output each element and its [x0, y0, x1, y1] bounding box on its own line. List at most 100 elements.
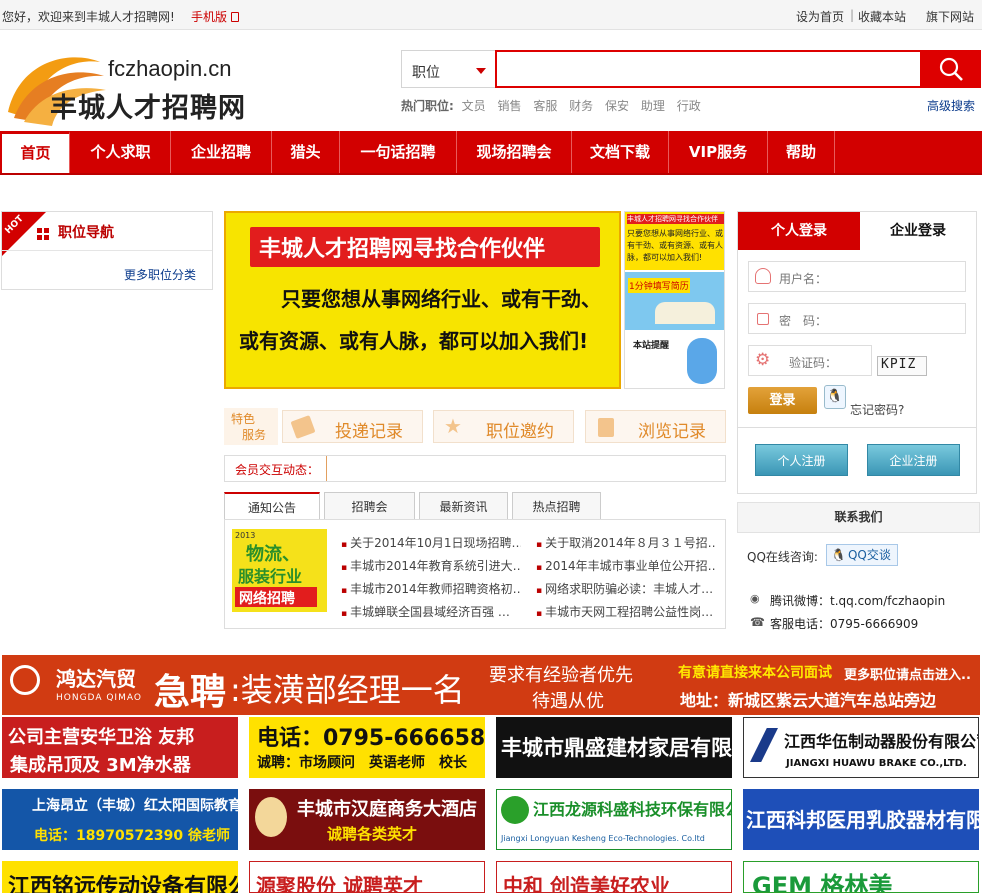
- search-icon: [939, 57, 963, 81]
- lock-icon: [757, 313, 769, 325]
- user-icon: [755, 268, 771, 284]
- qq-icon[interactable]: 🐧: [824, 385, 846, 409]
- top-bar: 您好，欢迎来到丰城人才招聘网! 手机版 设为首页 | 收藏本站 旗下网站: [0, 0, 982, 30]
- partner-banner[interactable]: 丰城人才招聘网寻找合作伙伴 只要您想从事网络行业、或有干劲、 或有资源、或有人脉…: [224, 211, 621, 389]
- hot-job-link[interactable]: 文员: [462, 99, 486, 113]
- search-button[interactable]: [920, 50, 981, 88]
- ad-angli[interactable]: 上海昂立（丰城）红太阳国际教育 电话：18970572390 徐老师: [2, 789, 238, 850]
- nav-job-seeker[interactable]: 个人求职: [71, 131, 171, 173]
- ad-education-phone[interactable]: 电话：0795-6666589 诚聘：市场顾问 英语老师 校长: [249, 717, 485, 778]
- tag-icon: [290, 415, 316, 439]
- news-item[interactable]: 关于取消2014年８月３１号招…: [536, 534, 716, 551]
- browse-record-button[interactable]: 浏览记录: [585, 410, 726, 443]
- side-banner-notice[interactable]: 本站提醒: [625, 332, 724, 388]
- nav-job-fair[interactable]: 现场招聘会: [457, 131, 572, 173]
- feature-services: 特色 服务 投递记录 ★ 职位邀约 浏览记录: [224, 408, 726, 445]
- tab-latest-news[interactable]: 最新资讯: [419, 492, 508, 520]
- longyuan-logo-icon: [501, 796, 529, 824]
- company-register-button[interactable]: 企业注册: [867, 444, 960, 476]
- logo-domain: fczhaopin.cn: [108, 56, 232, 81]
- hot-job-link[interactable]: 客服: [533, 99, 557, 113]
- mobile-link[interactable]: 手机版: [191, 8, 239, 25]
- main-nav: 首页 个人求职 企业招聘 猎头 一句话招聘 现场招聘会 文档下载 VIP服务 帮…: [0, 131, 982, 175]
- logo-name: 丰城人才招聘网: [50, 93, 246, 124]
- news-item[interactable]: 2014年丰城市事业单位公开招…: [536, 557, 716, 574]
- hongda-ad-banner[interactable]: 鸿达汽贸 HONGDA QIMAO 急聘 :装潢部经理一名 要求有经验者优先 待…: [2, 655, 980, 715]
- sub-sites-link[interactable]: 旗下网站: [926, 8, 974, 25]
- member-dynamics: 会员交互动态：: [224, 455, 726, 482]
- ad-zhonghe[interactable]: 中和 创造美好农业: [496, 861, 732, 893]
- ad-dingsheng[interactable]: 丰城市鼎盛建材家居有限公司: [496, 717, 732, 778]
- set-home-link[interactable]: 设为首页: [796, 8, 844, 25]
- search-category-select[interactable]: 职位: [401, 50, 495, 88]
- mobile-icon: [230, 12, 239, 22]
- password-field[interactable]: 密 码：: [748, 303, 966, 334]
- ad-mingyuan[interactable]: 江西铭远传动设备有限公司: [2, 861, 238, 893]
- login-panel: 个人登录 企业登录 用户名： 密 码： ⚙ 验证码： KPIZ 登录 🐧 忘记密…: [737, 211, 977, 494]
- hot-job-link[interactable]: 行政: [677, 99, 701, 113]
- delivery-record-button[interactable]: 投递记录: [282, 410, 423, 443]
- tab-hot-jobs[interactable]: 热点招聘: [512, 492, 601, 520]
- ad-kebang[interactable]: 江西科邦医用乳胶器材有限公司: [743, 789, 979, 850]
- weibo-icon: ◉: [750, 592, 760, 605]
- search-bar: 职位: [401, 50, 981, 88]
- hanting-logo-icon: [255, 797, 287, 837]
- qq-icon: 🐧: [831, 548, 846, 562]
- personal-register-button[interactable]: 个人注册: [755, 444, 848, 476]
- hot-job-link[interactable]: 销售: [497, 99, 521, 113]
- welcome-text: 您好，欢迎来到丰城人才招聘网!: [2, 10, 175, 24]
- hot-job-link[interactable]: 财务: [569, 99, 593, 113]
- nav-home[interactable]: 首页: [2, 131, 70, 173]
- news-item[interactable]: 丰城市天网工程招聘公益性岗…: [536, 603, 716, 620]
- site-logo[interactable]: fczhaopin.cn 丰城人才招聘网: [0, 40, 250, 130]
- document-icon: [598, 418, 614, 437]
- nav-vip[interactable]: VIP服务: [669, 131, 768, 173]
- news-item[interactable]: 关于2014年10月1日现场招聘…: [341, 534, 521, 551]
- contact-title: 联系我们: [737, 502, 980, 533]
- tab-notice[interactable]: 通知公告: [224, 492, 320, 520]
- news-item[interactable]: 丰城蝉联全国县域经济百强 …: [341, 603, 521, 620]
- ad-gem[interactable]: GEM 格林美: [743, 861, 979, 893]
- side-banner-partner[interactable]: 丰城人才招聘网寻找合作伙伴 只要您想从事网络行业、或有干劲、或有资源、或有人脉，…: [625, 212, 724, 270]
- job-nav-panel: HOT 职位导航 更多职位分类: [1, 211, 213, 290]
- ad-yuanju[interactable]: 源聚股份 诚聘英才: [249, 861, 485, 893]
- hongda-logo-icon: [10, 665, 40, 695]
- grid-icon: [37, 228, 49, 240]
- tab-personal-login[interactable]: 个人登录: [738, 212, 860, 250]
- huawu-logo-icon: [750, 728, 778, 762]
- qq-chat-button[interactable]: 🐧 QQ交谈: [826, 544, 898, 566]
- star-icon: ★: [444, 414, 462, 438]
- news-item[interactable]: 丰城市2014年教师招聘资格初…: [341, 580, 521, 597]
- favorite-link[interactable]: 收藏本站: [858, 8, 906, 25]
- gear-icon: ⚙: [755, 350, 771, 370]
- username-field[interactable]: 用户名：: [748, 261, 966, 292]
- forgot-password-link[interactable]: 忘记密码?: [850, 401, 904, 418]
- hot-job-link[interactable]: 保安: [605, 99, 629, 113]
- job-invite-button[interactable]: ★ 职位邀约: [433, 410, 574, 443]
- news-panel: 2013 物流、 服装行业 网络招聘 关于2014年10月1日现场招聘… 关于取…: [224, 519, 726, 629]
- hot-job-link[interactable]: 助理: [641, 99, 665, 113]
- nav-downloads[interactable]: 文档下载: [572, 131, 669, 173]
- news-image[interactable]: 2013 物流、 服装行业 网络招聘: [232, 529, 327, 612]
- nav-one-line-job[interactable]: 一句话招聘: [340, 131, 457, 173]
- ad-anhua[interactable]: 公司主营安华卫浴 友邦 集成吊顶及 3M净水器: [2, 717, 238, 778]
- nav-headhunter[interactable]: 猎头: [272, 131, 340, 173]
- more-categories-link[interactable]: 更多职位分类: [124, 266, 196, 283]
- ad-huawu[interactable]: 江西华伍制动器股份有限公司 JIANGXI HUAWU BRAKE CO.,LT…: [743, 717, 979, 778]
- captcha-image[interactable]: KPIZ: [877, 356, 927, 376]
- search-input[interactable]: [495, 50, 920, 88]
- tab-company-login[interactable]: 企业登录: [860, 212, 976, 250]
- login-button[interactable]: 登录: [748, 387, 817, 414]
- news-item[interactable]: 丰城市2014年教育系统引进大…: [341, 557, 521, 574]
- advanced-search-link[interactable]: 高级搜索: [927, 97, 975, 114]
- nav-employer[interactable]: 企业招聘: [171, 131, 272, 173]
- tab-job-fair[interactable]: 招聘会: [324, 492, 415, 520]
- hot-jobs: 热门职位: 文员 销售 客服 财务 保安 助理 行政: [401, 99, 701, 113]
- captcha-field[interactable]: ⚙ 验证码：: [748, 345, 872, 376]
- ad-longyuan[interactable]: 江西龙源科盛科技环保有限公司 Jiangxi Longyuan Kesheng …: [496, 789, 732, 850]
- ad-hanting[interactable]: 丰城市汉庭商务大酒店 诚聘各类英才: [249, 789, 485, 850]
- news-item[interactable]: 网络求职防骗必读：丰城人才…: [536, 580, 716, 597]
- side-banner-resume[interactable]: 1分钟填写简历: [625, 272, 724, 330]
- side-banners: 丰城人才招聘网寻找合作伙伴 只要您想从事网络行业、或有干劲、或有资源、或有人脉，…: [624, 211, 725, 389]
- nav-help[interactable]: 帮助: [768, 131, 835, 173]
